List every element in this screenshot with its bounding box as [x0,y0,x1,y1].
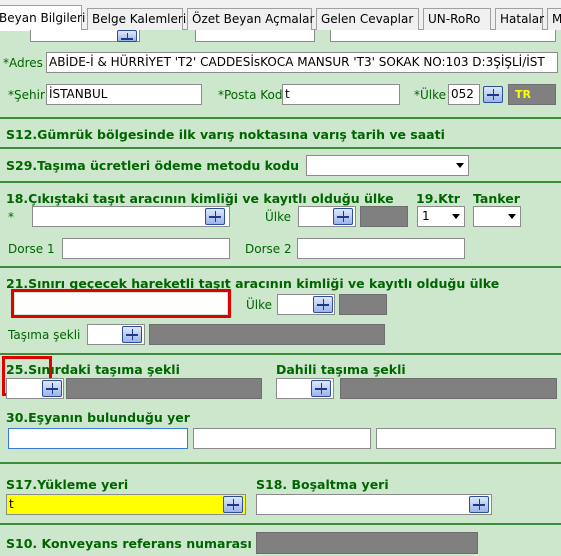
tab-gelen-cevaplar[interactable]: Gelen Cevaplar [316,8,419,30]
divider [0,117,561,119]
tanker-select[interactable] [473,206,521,227]
ktr-value: 1 [422,209,430,223]
divider [0,266,561,268]
s17-lookup-button[interactable] [223,496,243,513]
dahili-tasima-lookup-button[interactable] [311,380,331,397]
ulke-label: *Ülke [414,88,447,102]
tab-more[interactable]: M [547,8,561,30]
s21-ulke-lookup-button[interactable] [313,296,333,313]
dahili-tasima-heading: Dahili taşıma şekli [276,362,406,377]
dorse2-input[interactable] [297,238,465,259]
posta-kodu-label: *Posta Kodu [218,88,291,102]
s17-loading-place-input[interactable]: t [6,494,246,515]
tanker-heading: Tanker [473,191,520,206]
chevron-down-icon [508,214,516,219]
hidden-field-mid[interactable] [195,30,315,42]
required-marker: * [8,210,14,224]
adres-label: *Adres [3,56,43,70]
ulke-code-badge: TR [508,84,556,105]
dorse1-label: Dorse 1 [8,242,55,256]
ktr-heading: 19.Ktr [416,191,460,206]
s18-unloading-lookup-button[interactable] [469,496,489,513]
tab-ozet-beyan-acmalar[interactable]: Özet Beyan Açmalar [187,8,314,30]
sehir-input[interactable]: İSTANBUL [46,84,202,105]
divider [0,523,561,525]
ulke-input[interactable]: 052 [448,84,480,105]
s18-vehicle-lookup-button[interactable] [205,208,225,225]
s30-location-input-3[interactable] [376,428,556,449]
dorse2-label: Dorse 2 [245,242,292,256]
lookup-button[interactable] [117,30,137,42]
sehir-label: *Şehir [8,88,45,102]
ktr-select[interactable]: 1 [417,206,465,227]
divider [0,353,561,355]
s18-vehicle-id-input[interactable] [32,206,230,227]
divider [0,181,561,183]
tab-belge-kalemleri[interactable]: Belge Kalemleri [87,8,186,30]
adres-input[interactable]: ABİDE-İ & HÜRRİYET 'T2' CADDESİsKOCA MAN… [46,52,558,73]
tab-beyan-bilgileri[interactable]: Beyan Bilgileri [0,5,85,31]
chevron-down-icon [456,163,464,168]
s10-reference-box [256,532,478,554]
s21-ulke-label: Ülke [246,298,273,312]
s18-heading: 18.Çıkıştaki taşıt aracının kimliği ve k… [6,191,394,206]
chevron-down-icon [452,214,460,219]
s29-heading: S29.Taşıma ücretleri ödeme metodu kodu [6,158,300,173]
s21-vehicle-id-input[interactable] [15,293,227,314]
s18-ulke-code-box [360,206,408,227]
dahili-tasima-desc-box [340,378,557,399]
dorse1-input[interactable] [62,238,230,259]
s29-payment-method-select[interactable] [306,155,469,176]
ulke-lookup-button[interactable] [483,86,503,103]
tasima-sekli-label: Taşıma şekli [8,328,81,342]
divider [0,462,561,464]
tab-un-roro[interactable]: UN-RoRo [423,8,491,30]
s25-desc-box [66,378,262,399]
s30-location-input-2[interactable] [193,428,371,449]
s18-unloading-heading: S18. Boşaltma yeri [256,477,389,492]
tasima-sekli-lookup-button[interactable] [122,326,142,343]
tasima-sekli-desc-box [149,324,385,345]
s18-unloading-place-input[interactable] [256,494,492,515]
hidden-field-right[interactable] [330,30,556,42]
tab-bar: Beyan Bilgileri Belge Kalemleri Özet Bey… [0,0,561,31]
tab-hatalar[interactable]: Hatalar [495,8,544,30]
s30-heading: 30.Eşyanın bulunduğu yer [6,410,190,425]
s10-heading: S10. Konveyans referans numarası [6,536,252,551]
s17-heading: S17.Yükleme yeri [6,477,129,492]
s12-heading: S12.Gümrük bölgesinde ilk varış noktasın… [6,127,445,142]
s25-lookup-button[interactable] [42,380,62,397]
s21-ulke-code-box [339,294,387,315]
divider [0,147,561,149]
s18-ulke-label: Ülke [265,210,292,224]
s18-ulke-lookup-button[interactable] [333,208,353,225]
s30-location-input-1[interactable] [8,428,188,449]
posta-kodu-input[interactable]: t [282,84,400,105]
